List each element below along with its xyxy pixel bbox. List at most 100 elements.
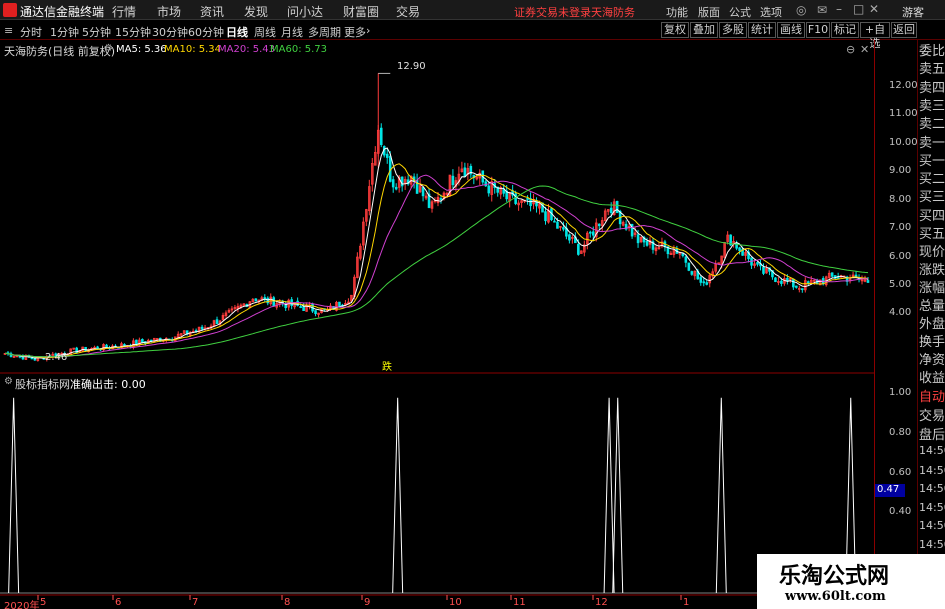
menu-news[interactable]: 资讯 — [200, 3, 224, 20]
signal-spike — [8, 397, 20, 594]
candle-body — [762, 266, 765, 274]
candle-body — [379, 127, 383, 146]
xtick: 7 — [192, 597, 199, 608]
watermark-logo: 乐淘公式网 www.60lt.com — [757, 554, 945, 609]
close-icon[interactable]: ✕ — [869, 2, 879, 16]
menu-quotes[interactable]: 行情 — [112, 3, 136, 20]
btn-mark[interactable]: 标记 — [831, 22, 859, 38]
candle-body — [866, 280, 870, 283]
xtick: 8 — [284, 597, 291, 608]
quote-panel-item: 14:50 — [919, 501, 945, 514]
candle-body — [141, 339, 144, 343]
menu-wealth[interactable]: 财富圈 — [343, 3, 379, 20]
menu-layout[interactable]: 版面 — [698, 4, 720, 20]
low-price-label: 2.46 — [45, 352, 68, 363]
menu-options[interactable]: 选项 — [760, 4, 782, 20]
close-pane-icon[interactable]: ✕ — [860, 43, 869, 56]
guest-label[interactable]: 游客 — [902, 4, 924, 20]
candle-body — [738, 247, 741, 251]
candle-body — [792, 278, 795, 288]
period-more[interactable]: 更多 — [344, 24, 366, 40]
maximize-icon[interactable]: □ — [853, 2, 864, 16]
settings-gear-icon[interactable]: ⚙ — [104, 43, 113, 54]
candle-body — [780, 280, 783, 284]
kline-chart[interactable] — [0, 40, 874, 609]
btn-overlay[interactable]: 叠加 — [690, 22, 718, 38]
ytick: 12.00 — [889, 80, 918, 91]
quote-panel-item: 委比 — [919, 44, 945, 59]
quote-panel-item: 自动 — [919, 390, 945, 405]
quote-panel-item: 14:50 — [919, 444, 945, 457]
quote-panel-item: 14:50 — [919, 519, 945, 532]
candle-body — [690, 271, 694, 275]
more-arrow-icon[interactable]: › — [366, 24, 370, 37]
ytick: 5.00 — [889, 279, 912, 290]
ma20-line — [4, 174, 868, 358]
signal-spike — [715, 397, 727, 594]
btn-multi-stock[interactable]: 多股 — [719, 22, 747, 38]
quote-panel-item: 卖一 — [919, 136, 945, 151]
quote-panel-item: 14:50 — [919, 464, 945, 477]
candle-body — [806, 281, 810, 284]
menu-discover[interactable]: 发现 — [244, 3, 268, 20]
ma10-label: MA10: 5.34 — [164, 44, 222, 55]
candle-body — [699, 277, 703, 283]
mail-icon[interactable]: ✉ — [817, 3, 827, 17]
candle-body — [795, 285, 798, 288]
period-daily[interactable]: 日线 — [226, 24, 248, 40]
xtick: 10 — [449, 597, 462, 608]
menu-xiaoda[interactable]: 问小达 — [287, 3, 323, 20]
ma10-line — [4, 163, 869, 359]
btn-fuquan[interactable]: 复权 — [661, 22, 689, 38]
ytick: 4.00 — [889, 307, 912, 318]
candle-body — [556, 221, 559, 229]
candle-body — [385, 153, 389, 158]
period-multi[interactable]: 多周期 — [308, 24, 341, 40]
candle-body — [645, 240, 649, 246]
period-15min[interactable]: 15分钟 — [115, 24, 151, 40]
ytick: 7.00 — [889, 222, 912, 233]
period-30min[interactable]: 30分钟 — [152, 24, 188, 40]
candle-body — [299, 306, 302, 308]
indicator-source: 股标指标网 — [15, 378, 70, 391]
menu-trade[interactable]: 交易 — [396, 3, 420, 20]
zoom-out-icon[interactable]: ⊖ — [846, 43, 855, 56]
candle-body — [439, 198, 443, 200]
candle-body — [836, 276, 840, 279]
btn-f10[interactable]: F10 — [806, 22, 830, 38]
candle-body — [215, 319, 219, 325]
quote-panel-item: 交易 — [919, 409, 945, 424]
menu-market[interactable]: 市场 — [157, 3, 181, 20]
menu-toggle-icon[interactable]: ≡ — [4, 24, 13, 37]
minimize-icon[interactable]: – — [836, 2, 842, 16]
period-1min[interactable]: 1分钟 — [50, 24, 79, 40]
login-notice[interactable]: 证券交易未登录 — [514, 4, 591, 20]
xtick: 12 — [595, 597, 608, 608]
quote-panel-item: 现价 — [919, 245, 945, 260]
sub-settings-icon[interactable]: ⚙ — [4, 376, 13, 387]
ytick: 9.00 — [889, 165, 912, 176]
period-monthly[interactable]: 月线 — [281, 24, 303, 40]
ma60-line — [4, 185, 869, 358]
period-5min[interactable]: 5分钟 — [82, 24, 111, 40]
high-price-label: 12.90 — [397, 61, 426, 72]
period-weekly[interactable]: 周线 — [254, 24, 276, 40]
watermark-url: www.60lt.com — [785, 589, 886, 604]
candle-body — [391, 179, 395, 188]
candle-body — [615, 200, 619, 214]
candle-body — [684, 256, 688, 263]
candle-body — [254, 298, 258, 302]
period-intraday[interactable]: 分时 — [20, 24, 42, 40]
btn-back[interactable]: 返回 — [891, 22, 917, 38]
quote-panel-item: 买四 — [919, 209, 945, 224]
menu-function[interactable]: 功能 — [666, 4, 688, 20]
btn-stats[interactable]: 统计 — [748, 22, 776, 38]
period-60min[interactable]: 60分钟 — [188, 24, 224, 40]
price-axis — [874, 40, 917, 609]
btn-draw[interactable]: 画线 — [777, 22, 805, 38]
app-title: 通达信金融终端 — [20, 5, 105, 19]
menu-formula[interactable]: 公式 — [729, 4, 751, 20]
quote-panel-item: 卖二 — [919, 117, 945, 132]
headset-icon[interactable]: ◎ — [796, 3, 806, 17]
btn-add-watch[interactable]: +自选 — [860, 22, 890, 50]
